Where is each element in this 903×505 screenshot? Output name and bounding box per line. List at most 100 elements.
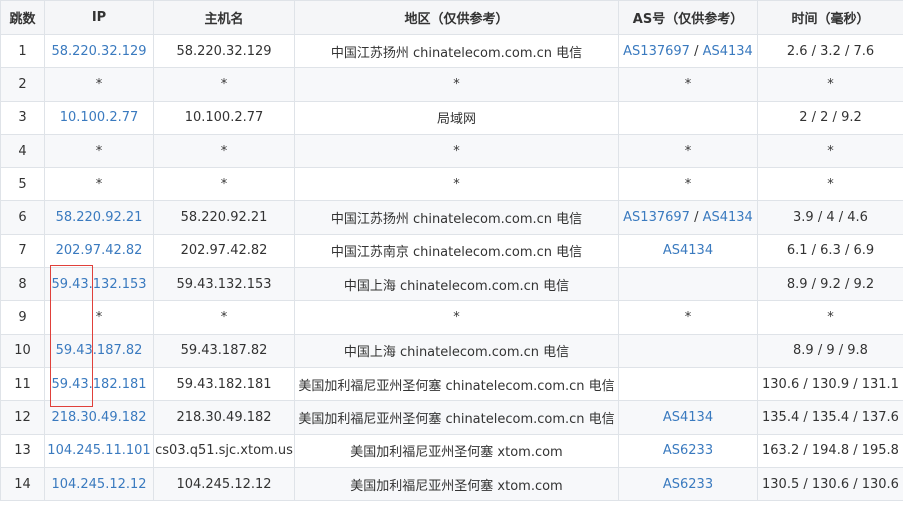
asn-text: * xyxy=(684,143,692,159)
cell-region: * xyxy=(294,133,619,169)
cell-time: 3.9 / 4 / 4.6 xyxy=(757,200,903,235)
cell-ip-link[interactable]: 104.245.11.101 xyxy=(47,443,150,458)
asn-link[interactable]: AS6233 xyxy=(663,477,713,492)
table-body: 1 58.220.32.129 58.220.32.129 中国江苏扬州 chinat… xyxy=(0,33,903,502)
cell-host: * xyxy=(153,67,295,102)
cell-region-text: 中国上海 chinatelecom.com.cn 电信 xyxy=(343,278,570,294)
cell-host: 218.30.49.182 xyxy=(153,400,295,435)
cell-ip-link[interactable]: 59.43.182.181 xyxy=(51,377,146,392)
cell-hop: 11 xyxy=(0,366,45,402)
cell-hop-text: 7 xyxy=(18,243,27,259)
cell-asn xyxy=(618,267,758,302)
cell-time-text: 130.6 / 130.9 / 131.1 xyxy=(762,376,899,392)
asn-link[interactable]: AS4134 xyxy=(663,243,713,258)
cell-region: * xyxy=(294,167,619,202)
cell-hop: 10 xyxy=(0,333,45,368)
cell-ip: 58.220.32.129 xyxy=(44,33,154,69)
cell-hop-text: 14 xyxy=(14,476,31,492)
cell-asn: AS6233 xyxy=(618,466,758,502)
header-hop: 跳数 xyxy=(0,0,45,35)
cell-time-text: 8.9 / 9 / 9.8 xyxy=(793,343,868,359)
table-row: 1 58.220.32.129 58.220.32.129 中国江苏扬州 chinat… xyxy=(0,33,903,69)
table-row: 5 * * * * * xyxy=(0,167,903,202)
asn-link[interactable]: AS4134 xyxy=(663,410,713,425)
cell-ip-text: * xyxy=(95,176,103,192)
cell-ip: 59.43.132.153 xyxy=(44,267,154,302)
asn-link[interactable]: AS4134 xyxy=(703,44,753,59)
cell-host: 59.43.182.181 xyxy=(153,366,295,402)
cell-time: * xyxy=(757,300,903,335)
cell-time-text: 6.1 / 6.3 / 6.9 xyxy=(786,243,875,259)
cell-time: 2.6 / 3.2 / 7.6 xyxy=(757,33,903,69)
cell-ip-link[interactable]: 104.245.12.12 xyxy=(51,477,146,492)
cell-hop-text: 4 xyxy=(18,143,27,159)
cell-hop-text: 3 xyxy=(18,110,27,126)
cell-region-text: * xyxy=(453,176,460,192)
cell-host-text: * xyxy=(220,76,228,92)
cell-region-text: 中国江苏南京 chinatelecom.com.cn 电信 xyxy=(330,245,583,261)
cell-ip-link[interactable]: 58.220.32.129 xyxy=(51,44,146,59)
table-row: 10 59.43.187.82 59.43.187.82 中国上海 chinatele… xyxy=(0,333,903,368)
cell-host-text: cs03.q51.sjc.xtom.us xyxy=(155,443,293,459)
cell-hop-text: 6 xyxy=(18,210,27,226)
cell-ip-link[interactable]: 218.30.49.182 xyxy=(51,410,146,425)
table-row: 3 10.100.2.77 10.100.2.77 局域网 2 / 2 / 9.2 xyxy=(0,100,903,135)
cell-time-text: 8.9 / 9.2 / 9.2 xyxy=(786,276,875,292)
cell-ip-link[interactable]: 59.43.187.82 xyxy=(56,343,143,358)
cell-hop: 5 xyxy=(0,167,45,202)
cell-host: 104.245.12.12 xyxy=(153,466,295,502)
asn-link[interactable]: AS4134 xyxy=(703,210,753,225)
asn-link[interactable]: AS6233 xyxy=(663,443,713,458)
cell-time-text: 3.9 / 4 / 4.6 xyxy=(793,210,868,226)
cell-host-text: 58.220.92.21 xyxy=(180,210,268,226)
cell-asn: * xyxy=(618,300,758,335)
cell-region-text: * xyxy=(453,310,460,326)
cell-host-text: 59.43.182.181 xyxy=(176,376,272,392)
cell-ip-link[interactable]: 59.43.132.153 xyxy=(51,277,146,292)
table-header: 跳数 IP 主机名 地区（仅供参考） AS号（仅供参考） 时间（毫秒） xyxy=(0,0,903,35)
header-time: 时间（毫秒） xyxy=(757,0,903,35)
cell-ip: * xyxy=(44,167,154,202)
table-row: 7 202.97.42.82 202.97.42.82 中国江苏南京 chinatel… xyxy=(0,233,903,269)
cell-hop: 13 xyxy=(0,433,45,468)
cell-region: 中国上海 chinatelecom.com.cn 电信 xyxy=(294,333,619,368)
cell-region: 美国加利福尼亚州圣何塞 xtom.com xyxy=(294,466,619,502)
cell-time-text: 2 / 2 / 9.2 xyxy=(799,110,862,126)
asn-link[interactable]: AS137697 xyxy=(623,44,690,59)
cell-hop: 9 xyxy=(0,300,45,335)
cell-ip-link[interactable]: 10.100.2.77 xyxy=(60,110,139,125)
cell-time: 163.2 / 194.8 / 195.8 xyxy=(757,433,903,468)
asn-link[interactable]: AS137697 xyxy=(623,210,690,225)
cell-time-text: 130.5 / 130.6 / 130.6 xyxy=(762,476,899,492)
asn-text: * xyxy=(684,310,692,326)
cell-region-text: 美国加利福尼亚州圣何塞 xtom.com xyxy=(350,478,563,494)
cell-region: 美国加利福尼亚州圣何塞 chinatelecom.com.cn 电信 xyxy=(294,400,619,435)
cell-hop: 7 xyxy=(0,233,45,269)
asn-text: * xyxy=(684,176,692,192)
cell-host-text: 58.220.32.129 xyxy=(176,43,272,59)
cell-time: 2 / 2 / 9.2 xyxy=(757,100,903,135)
asn-separator: / xyxy=(689,43,703,59)
cell-ip-link[interactable]: 202.97.42.82 xyxy=(56,243,143,258)
cell-ip: 104.245.12.12 xyxy=(44,466,154,502)
cell-ip: 59.43.182.181 xyxy=(44,366,154,402)
cell-region-text: * xyxy=(453,76,460,92)
traceroute-table: 跳数 IP 主机名 地区（仅供参考） AS号（仅供参考） 时间（毫秒） 1 58.… xyxy=(0,0,903,502)
table-row: 13 104.245.11.101 cs03.q51.sjc.xtom.us 美国加利… xyxy=(0,433,903,468)
cell-region: 中国江苏扬州 chinatelecom.com.cn 电信 xyxy=(294,200,619,235)
cell-host-text: * xyxy=(220,143,228,159)
cell-ip: 202.97.42.82 xyxy=(44,233,154,269)
cell-host-text: * xyxy=(220,310,228,326)
cell-hop: 6 xyxy=(0,200,45,235)
cell-ip-link[interactable]: 58.220.92.21 xyxy=(56,210,143,225)
cell-hop-text: 8 xyxy=(18,276,27,292)
cell-ip: * xyxy=(44,300,154,335)
cell-hop: 14 xyxy=(0,466,45,502)
table-row: 14 104.245.12.12 104.245.12.12 美国加利福尼亚州圣何塞 … xyxy=(0,466,903,502)
cell-host-text: 59.43.132.153 xyxy=(176,276,272,292)
cell-host-text: 59.43.187.82 xyxy=(180,343,268,359)
cell-host: 58.220.32.129 xyxy=(153,33,295,69)
cell-host: 59.43.187.82 xyxy=(153,333,295,368)
cell-hop: 12 xyxy=(0,400,45,435)
cell-host-text: 218.30.49.182 xyxy=(176,409,272,425)
